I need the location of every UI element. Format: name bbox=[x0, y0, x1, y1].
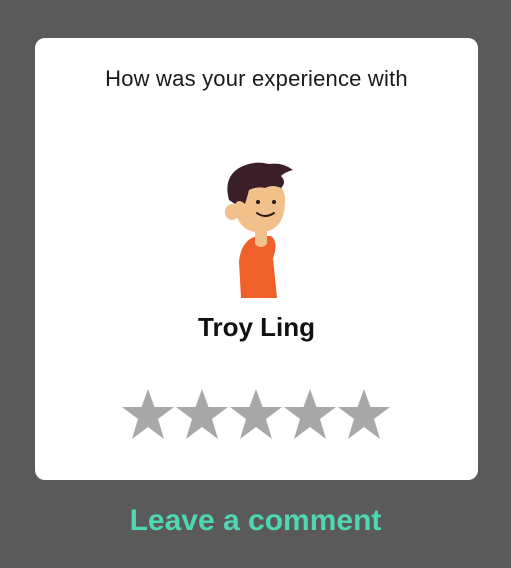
star-icon-3[interactable] bbox=[229, 388, 283, 442]
star-icon-5[interactable] bbox=[337, 388, 391, 442]
star-icon-4[interactable] bbox=[283, 388, 337, 442]
star-rating[interactable] bbox=[121, 388, 391, 442]
rating-dialog: How was your experience with Troy Ling bbox=[35, 38, 478, 480]
star-icon-1[interactable] bbox=[121, 388, 175, 442]
avatar bbox=[221, 158, 331, 298]
person-name: Troy Ling bbox=[198, 312, 315, 342]
leave-comment-link[interactable]: Leave a comment bbox=[0, 504, 511, 538]
star-icon-2[interactable] bbox=[175, 388, 229, 442]
rating-prompt: How was your experience with bbox=[105, 66, 408, 91]
person-avatar-icon bbox=[225, 162, 293, 298]
